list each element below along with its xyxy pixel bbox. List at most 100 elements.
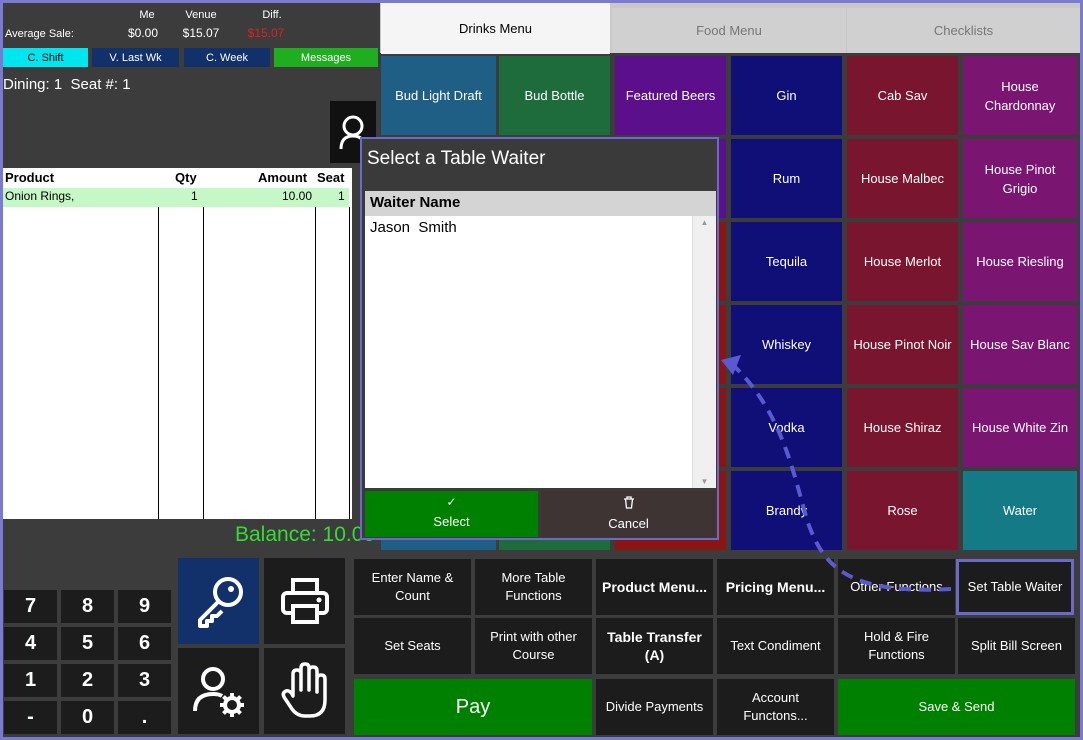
scroll-down-icon[interactable]: ▼ — [693, 477, 716, 486]
cancel-button[interactable]: Cancel — [541, 491, 716, 537]
stat-header-venue: Venue — [185, 9, 217, 21]
menu-item-gin[interactable]: Gin — [731, 56, 842, 135]
printer-icon — [280, 578, 329, 624]
more-table-functions-button[interactable]: More Table Functions — [475, 559, 592, 615]
waiter-list-scrollbar[interactable]: ▲ ▼ — [692, 216, 716, 488]
tab-checklists[interactable]: Checklists — [847, 8, 1080, 53]
keypad-4[interactable]: 4 — [4, 627, 57, 660]
column-amount: Amount — [258, 170, 308, 185]
print-other-course-button[interactable]: Print with other Course — [475, 618, 592, 674]
average-sale-me: $0.00 — [127, 26, 159, 40]
product-menu-button[interactable]: Product Menu... — [596, 559, 713, 615]
keypad-6[interactable]: 6 — [118, 627, 171, 660]
column-divider — [158, 207, 159, 519]
hold-button[interactable] — [264, 648, 345, 734]
column-product: Product — [5, 170, 55, 185]
column-divider — [315, 207, 316, 519]
order-row-qty: 1 — [191, 189, 198, 203]
keypad-2[interactable]: 2 — [61, 664, 114, 697]
hold-fire-functions-button[interactable]: Hold & Fire Functions — [838, 618, 955, 674]
menu-item-featured-beers[interactable]: Featured Beers — [615, 56, 726, 135]
save-send-button[interactable]: Save & Send — [838, 679, 1075, 735]
column-seat: Seat — [317, 170, 345, 185]
text-condiment-button[interactable]: Text Condiment — [717, 618, 834, 674]
order-row-amount: 10.00 — [282, 189, 313, 203]
print-button[interactable] — [264, 558, 345, 644]
set-table-waiter-button[interactable]: Set Table Waiter — [956, 559, 1074, 615]
user-settings-button[interactable] — [178, 648, 259, 734]
menu-item-house-riesling[interactable]: House Riesling — [963, 222, 1077, 301]
column-divider — [349, 207, 350, 519]
messages-button[interactable]: Messages — [274, 48, 378, 67]
waiter-list-item[interactable]: Jason Smith — [370, 219, 457, 236]
divide-payments-button[interactable]: Divide Payments — [596, 679, 713, 735]
current-week-button[interactable]: C. Week — [184, 48, 270, 67]
balance-display: Balance: 10.00 — [235, 523, 376, 546]
other-functions-button[interactable]: Other Functions — [838, 559, 955, 615]
tab-drinks-menu[interactable]: Drinks Menu — [381, 3, 610, 54]
enter-name-count-button[interactable]: Enter Name & Count — [354, 559, 471, 615]
menu-item-house-white-zin[interactable]: House White Zin — [963, 388, 1077, 467]
column-divider — [203, 207, 204, 519]
keypad-5[interactable]: 5 — [61, 627, 114, 660]
menu-item-house-malbec[interactable]: House Malbec — [847, 139, 958, 218]
scroll-up-icon[interactable]: ▲ — [693, 216, 716, 230]
dialog-title: Select a Table Waiter — [367, 148, 546, 169]
menu-item-house-pinot-grigio[interactable]: House Pinot Grigio — [963, 139, 1077, 218]
trash-icon — [623, 496, 634, 509]
select-waiter-dialog: Select a Table Waiter Waiter Name Jason … — [360, 137, 719, 540]
hand-icon — [281, 662, 327, 718]
menu-item-brandy[interactable]: Brandy — [731, 471, 842, 550]
menu-item-rose[interactable]: Rose — [847, 471, 958, 550]
menu-item-vodka[interactable]: Vodka — [731, 388, 842, 467]
split-bill-screen-button[interactable]: Split Bill Screen — [958, 618, 1075, 674]
table-transfer-button[interactable]: Table Transfer (A) — [596, 618, 713, 674]
menu-item-house-pinot-noir[interactable]: House Pinot Noir — [847, 305, 958, 384]
checkmark-icon: ✓ — [446, 495, 457, 509]
menu-item-house-sav-blanc[interactable]: House Sav Blanc — [963, 305, 1077, 384]
user-settings-icon — [192, 667, 244, 717]
average-sale-venue: $15.07 — [182, 26, 220, 40]
venue-last-week-button[interactable]: V. Last Wk — [92, 48, 179, 67]
login-key-button[interactable] — [178, 558, 259, 644]
menu-item-house-chardonnay[interactable]: House Chardonnay — [963, 56, 1077, 135]
menu-item-bud-light-draft[interactable]: Bud Light Draft — [381, 56, 496, 135]
keypad-minus[interactable]: - — [4, 701, 57, 734]
stat-header-me: Me — [139, 9, 155, 21]
order-row-product: Onion Rings, — [5, 189, 75, 203]
column-qty: Qty — [175, 170, 197, 185]
menu-item-cab-sav[interactable]: Cab Sav — [847, 56, 958, 135]
order-row-seat: 1 — [338, 189, 345, 203]
tab-food-menu[interactable]: Food Menu — [612, 8, 846, 53]
keypad-3[interactable]: 3 — [118, 664, 171, 697]
keypad-decimal[interactable]: . — [118, 701, 171, 734]
select-button[interactable]: ✓ Select — [365, 491, 538, 537]
pay-button[interactable]: Pay — [354, 679, 592, 735]
column-waiter-name: Waiter Name — [370, 194, 461, 211]
menu-item-whiskey[interactable]: Whiskey — [731, 305, 842, 384]
menu-item-house-shiraz[interactable]: House Shiraz — [847, 388, 958, 467]
menu-item-rum[interactable]: Rum — [731, 139, 842, 218]
menu-item-water[interactable]: Water — [963, 471, 1077, 550]
menu-item-house-merlot[interactable]: House Merlot — [847, 222, 958, 301]
average-sale-diff: $15.07 — [247, 26, 285, 40]
cancel-button-label: Cancel — [608, 516, 649, 531]
keypad-9[interactable]: 9 — [118, 590, 171, 623]
set-seats-button[interactable]: Set Seats — [354, 618, 471, 674]
keypad-7[interactable]: 7 — [4, 590, 57, 623]
waiter-list — [365, 216, 716, 488]
keypad-1[interactable]: 1 — [4, 664, 57, 697]
menu-item-bud-bottle[interactable]: Bud Bottle — [499, 56, 610, 135]
select-button-label: Select — [433, 514, 470, 529]
stat-header-diff: Diff. — [262, 9, 282, 21]
order-table — [3, 168, 352, 519]
pricing-menu-button[interactable]: Pricing Menu... — [717, 559, 834, 615]
current-shift-button[interactable]: C. Shift — [3, 48, 88, 67]
account-functions-button[interactable]: Account Functons... — [717, 679, 834, 735]
menu-item-tequila[interactable]: Tequila — [731, 222, 842, 301]
average-sale-label: Average Sale: — [5, 28, 74, 40]
dining-seat-info: Dining: 1 Seat #: 1 — [3, 76, 131, 93]
keypad-0[interactable]: 0 — [61, 701, 114, 734]
keypad-8[interactable]: 8 — [61, 590, 114, 623]
key-icon — [197, 577, 243, 628]
